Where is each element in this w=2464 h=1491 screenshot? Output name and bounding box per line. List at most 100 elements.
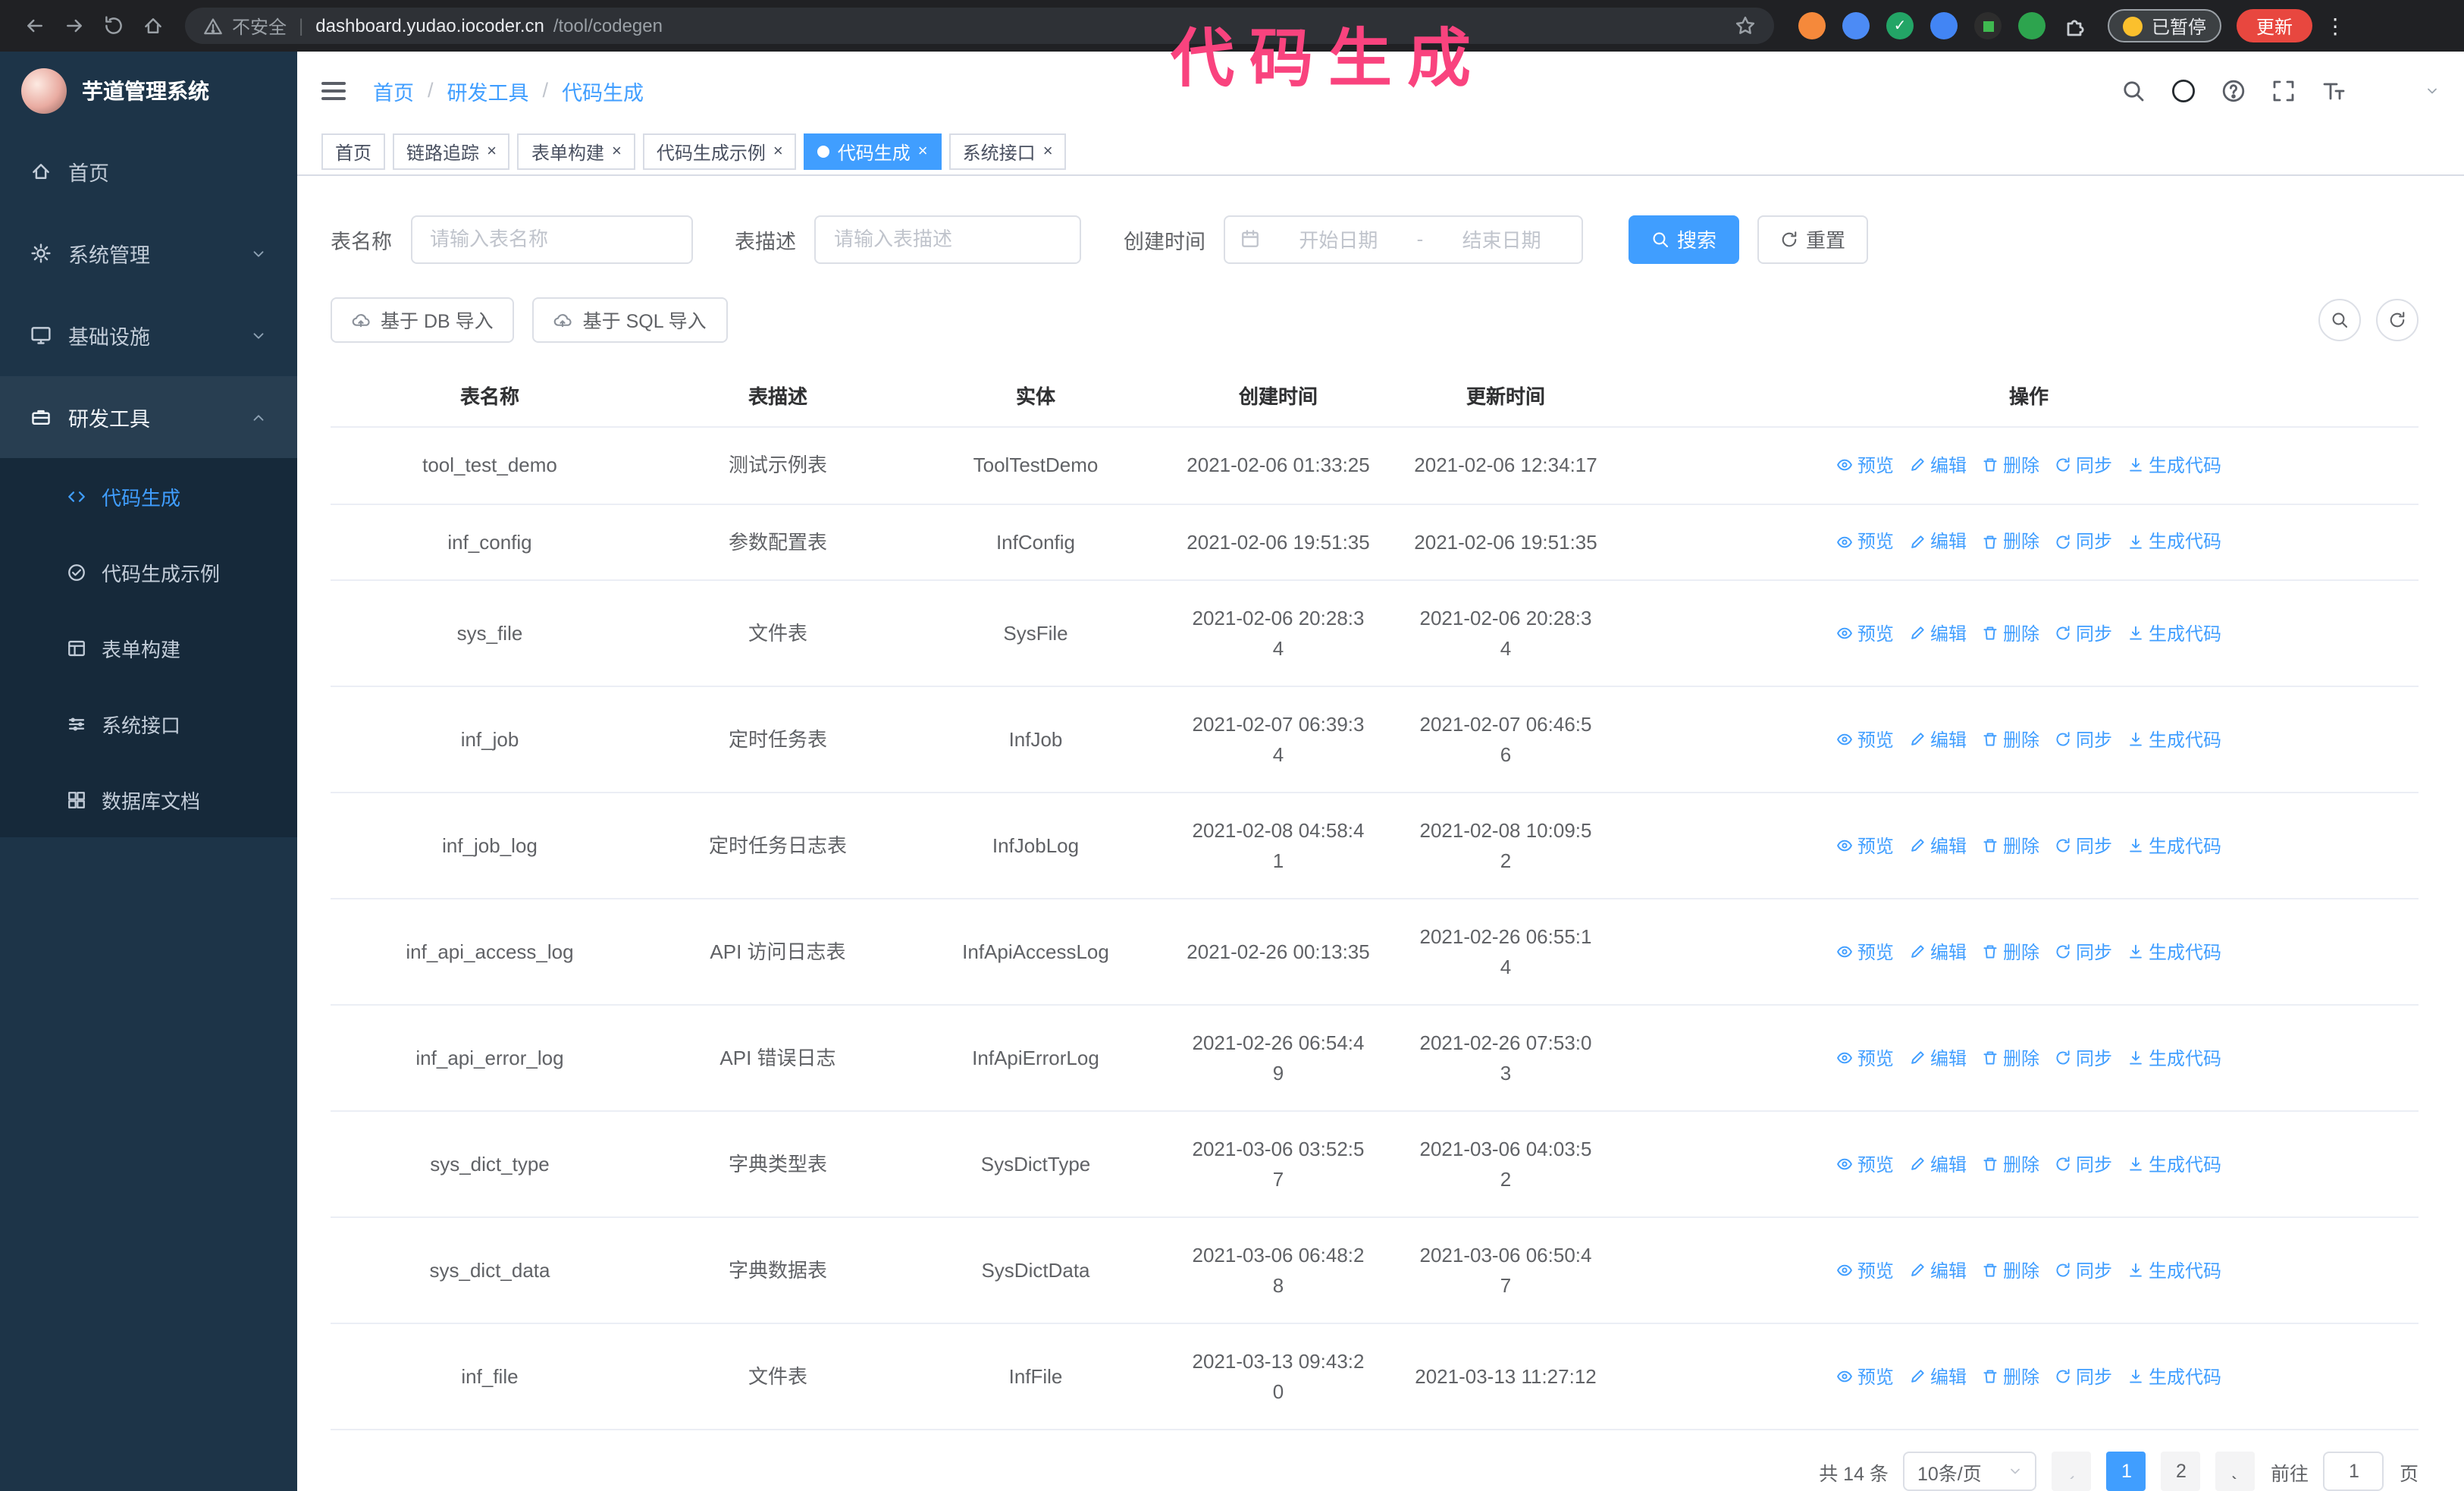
edit-link[interactable]: 编辑 xyxy=(1909,620,1967,647)
browser-menu-icon[interactable]: ⋮ xyxy=(2324,13,2346,39)
tab-codegen[interactable]: 代码生成 × xyxy=(804,133,942,171)
sync-link[interactable]: 同步 xyxy=(2055,726,2112,753)
sidebar-item-codegen-example[interactable]: 代码生成示例 xyxy=(0,534,297,610)
prev-page-button[interactable] xyxy=(2052,1452,2092,1491)
sync-link[interactable]: 同步 xyxy=(2055,832,2112,859)
sidebar-item-devtools[interactable]: 研发工具 xyxy=(0,376,297,458)
help-icon[interactable] xyxy=(2221,79,2246,103)
generate-code-link[interactable]: 生成代码 xyxy=(2127,1363,2221,1390)
sidebar-toggle-icon[interactable] xyxy=(321,81,346,100)
preview-link[interactable]: 预览 xyxy=(1836,726,1894,753)
sync-link[interactable]: 同步 xyxy=(2055,452,2112,479)
sidebar-item-codegen[interactable]: 代码生成 xyxy=(0,458,297,534)
bookmark-star-icon[interactable] xyxy=(1735,15,1756,36)
extension-icon-blue[interactable] xyxy=(1842,12,1870,39)
preview-link[interactable]: 预览 xyxy=(1836,529,1894,556)
back-icon[interactable] xyxy=(15,6,55,46)
app-logo[interactable]: 芋道管理系统 xyxy=(0,52,297,130)
home-icon[interactable] xyxy=(133,6,173,46)
sync-link[interactable]: 同步 xyxy=(2055,1150,2112,1178)
tab-system-api[interactable]: 系统接口 × xyxy=(948,133,1067,171)
user-menu[interactable] xyxy=(2372,68,2440,114)
extension-icon-people[interactable] xyxy=(1930,12,1958,39)
sync-link[interactable]: 同步 xyxy=(2055,529,2112,556)
refresh-table-button[interactable] xyxy=(2376,298,2419,341)
next-page-button[interactable] xyxy=(2215,1452,2256,1491)
preview-link[interactable]: 预览 xyxy=(1836,620,1894,647)
sidebar-item-system[interactable]: 系统管理 xyxy=(0,212,297,294)
profile-paused-badge[interactable]: 已暂停 xyxy=(2108,9,2222,42)
generate-code-link[interactable]: 生成代码 xyxy=(2127,1150,2221,1178)
fullscreen-icon[interactable] xyxy=(2271,79,2296,103)
delete-link[interactable]: 删除 xyxy=(1982,1044,2039,1072)
extensions-puzzle-icon[interactable] xyxy=(2062,12,2089,39)
reload-icon[interactable] xyxy=(94,6,133,46)
browser-update-button[interactable]: 更新 xyxy=(2237,9,2313,42)
close-icon[interactable]: × xyxy=(612,143,622,160)
preview-link[interactable]: 预览 xyxy=(1836,452,1894,479)
preview-link[interactable]: 预览 xyxy=(1836,1150,1894,1178)
delete-link[interactable]: 删除 xyxy=(1982,1257,2039,1284)
extension-icon-terminal[interactable] xyxy=(1974,12,2002,39)
delete-link[interactable]: 删除 xyxy=(1982,938,2039,965)
close-icon[interactable]: × xyxy=(918,143,928,160)
delete-link[interactable]: 删除 xyxy=(1982,452,2039,479)
sync-link[interactable]: 同步 xyxy=(2055,1044,2112,1072)
edit-link[interactable]: 编辑 xyxy=(1909,832,1967,859)
generate-code-link[interactable]: 生成代码 xyxy=(2127,1257,2221,1284)
preview-link[interactable]: 预览 xyxy=(1836,938,1894,965)
generate-code-link[interactable]: 生成代码 xyxy=(2127,452,2221,479)
generate-code-link[interactable]: 生成代码 xyxy=(2127,529,2221,556)
close-icon[interactable]: × xyxy=(773,143,783,160)
extension-icon-orange[interactable] xyxy=(1798,12,1826,39)
preview-link[interactable]: 预览 xyxy=(1836,1363,1894,1390)
delete-link[interactable]: 删除 xyxy=(1982,832,2039,859)
edit-link[interactable]: 编辑 xyxy=(1909,726,1967,753)
sidebar-item-infra[interactable]: 基础设施 xyxy=(0,294,297,376)
edit-link[interactable]: 编辑 xyxy=(1909,1044,1967,1072)
generate-code-link[interactable]: 生成代码 xyxy=(2127,726,2221,753)
edit-link[interactable]: 编辑 xyxy=(1909,1150,1967,1178)
tab-trace[interactable]: 链路追踪 × xyxy=(393,133,510,171)
search-icon[interactable] xyxy=(2121,79,2146,103)
delete-link[interactable]: 删除 xyxy=(1982,620,2039,647)
edit-link[interactable]: 编辑 xyxy=(1909,529,1967,556)
tab-form-builder[interactable]: 表单构建 × xyxy=(517,133,635,171)
font-size-icon[interactable] xyxy=(2321,79,2346,103)
table-desc-input[interactable] xyxy=(814,215,1081,263)
date-range-picker[interactable]: 开始日期 - 结束日期 xyxy=(1224,215,1583,263)
reset-button[interactable]: 重置 xyxy=(1757,215,1869,263)
preview-link[interactable]: 预览 xyxy=(1836,1257,1894,1284)
table-name-input[interactable] xyxy=(410,215,692,263)
edit-link[interactable]: 编辑 xyxy=(1909,1257,1967,1284)
extension-icon-green-check[interactable]: ✓ xyxy=(1886,12,1914,39)
tab-home[interactable]: 首页 xyxy=(321,133,386,171)
page-button-2[interactable]: 2 xyxy=(2161,1452,2201,1491)
toggle-search-button[interactable] xyxy=(2318,298,2361,341)
tab-codegen-example[interactable]: 代码生成示例 × xyxy=(642,133,797,171)
sidebar-item-db-doc[interactable]: 数据库文档 xyxy=(0,761,297,837)
address-bar[interactable]: 不安全 | dashboard.yudao.iocoder.cn /tool/c… xyxy=(185,8,1774,44)
search-button[interactable]: 搜索 xyxy=(1629,215,1740,263)
generate-code-link[interactable]: 生成代码 xyxy=(2127,620,2221,647)
close-icon[interactable]: × xyxy=(487,143,497,160)
edit-link[interactable]: 编辑 xyxy=(1909,1363,1967,1390)
delete-link[interactable]: 删除 xyxy=(1982,529,2039,556)
extension-icon-leaf[interactable] xyxy=(2018,12,2045,39)
breadcrumb-home[interactable]: 首页 xyxy=(373,76,414,106)
goto-page-input[interactable] xyxy=(2323,1452,2384,1491)
sync-link[interactable]: 同步 xyxy=(2055,938,2112,965)
page-button-1[interactable]: 1 xyxy=(2106,1452,2146,1491)
import-db-button[interactable]: 基于 DB 导入 xyxy=(331,297,515,342)
generate-code-link[interactable]: 生成代码 xyxy=(2127,832,2221,859)
delete-link[interactable]: 删除 xyxy=(1982,726,2039,753)
edit-link[interactable]: 编辑 xyxy=(1909,938,1967,965)
forward-icon[interactable] xyxy=(55,6,94,46)
breadcrumb-devtools[interactable]: 研发工具 xyxy=(447,76,529,106)
sidebar-item-form-builder[interactable]: 表单构建 xyxy=(0,610,297,686)
generate-code-link[interactable]: 生成代码 xyxy=(2127,1044,2221,1072)
sidebar-item-system-api[interactable]: 系统接口 xyxy=(0,686,297,761)
sync-link[interactable]: 同步 xyxy=(2055,1363,2112,1390)
edit-link[interactable]: 编辑 xyxy=(1909,452,1967,479)
sidebar-item-home[interactable]: 首页 xyxy=(0,130,297,212)
